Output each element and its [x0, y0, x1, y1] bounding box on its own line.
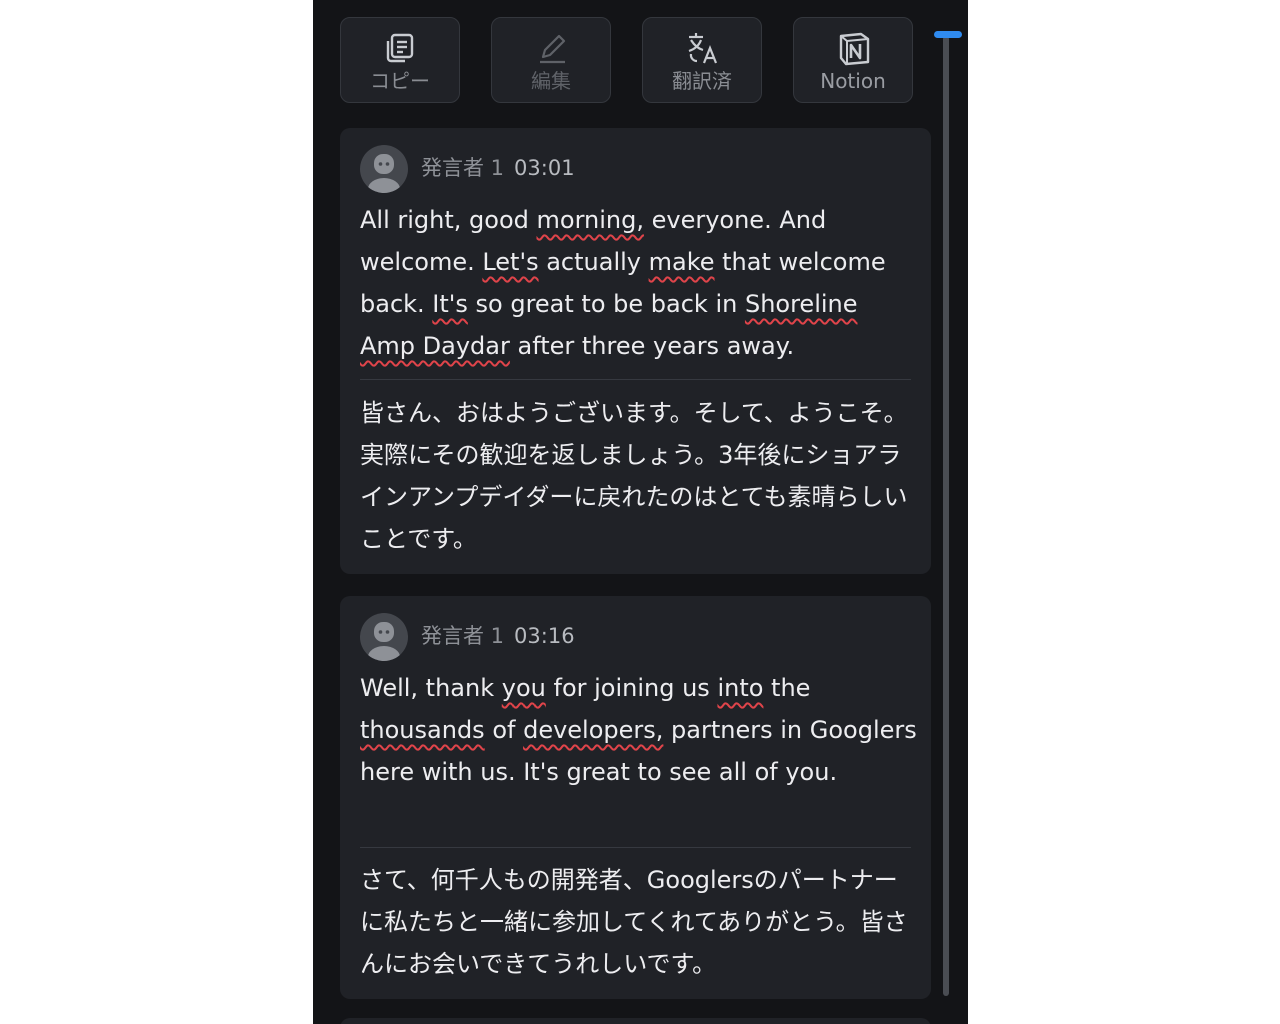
misspelled-word[interactable]: thousands: [360, 716, 485, 744]
notion-button-label: Notion: [820, 69, 886, 93]
transcript-entry: 発言者 1 03:16 Well, thank you for joining u…: [340, 596, 931, 999]
misspelled-word[interactable]: It's: [432, 290, 468, 318]
copy-icon: [386, 33, 414, 63]
original-text[interactable]: All right, good morning, everyone. And w…: [360, 199, 920, 367]
text-segment: the: [763, 674, 811, 702]
divider: [360, 847, 911, 848]
misspelled-word[interactable]: morning,: [537, 206, 644, 234]
misspelled-word[interactable]: make: [649, 248, 715, 276]
translated-text[interactable]: さて、何千人もの開発者、Googlersのパートナーに私たちと一緒に参加してくれ…: [360, 859, 920, 985]
misspelled-word[interactable]: you: [502, 674, 546, 702]
edit-button[interactable]: 編集: [491, 17, 611, 103]
scrollbar-track[interactable]: [943, 36, 949, 996]
notion-button[interactable]: Notion: [793, 17, 913, 103]
scrollbar-thumb[interactable]: [934, 31, 962, 38]
original-text[interactable]: Well, thank you for joining us into the …: [360, 667, 920, 793]
toolbar: コピー 編集 翻訳済 Notion: [340, 17, 915, 105]
translate-button[interactable]: 翻訳済: [642, 17, 762, 103]
text-segment: for joining us: [545, 674, 718, 702]
divider: [360, 379, 911, 380]
transcript-entry: [340, 1018, 931, 1024]
translate-button-label: 翻訳済: [672, 69, 732, 93]
misspelled-word[interactable]: into: [717, 674, 763, 702]
notion-icon: [839, 32, 870, 66]
user-icon: [368, 622, 400, 661]
text-segment: of: [484, 716, 524, 744]
transcript-panel: コピー 編集 翻訳済 Notion 発言者 1 03:01 All right,…: [313, 0, 968, 1024]
transcript-entry: 発言者 1 03:01 All right, good morning, ever…: [340, 128, 931, 574]
entry-meta: 発言者 1 03:16: [421, 622, 575, 650]
avatar: [360, 145, 408, 193]
pencil-icon: [540, 34, 566, 64]
copy-button-label: コピー: [370, 69, 430, 93]
user-icon: [368, 154, 400, 193]
avatar: [360, 613, 408, 661]
text-segment: actually: [538, 248, 649, 276]
translated-text[interactable]: 皆さん、おはようございます。そして、ようこそ。実際にその歓迎を返しましょう。3年…: [360, 392, 920, 560]
misspelled-word[interactable]: developers,: [523, 716, 663, 744]
copy-button[interactable]: コピー: [340, 17, 460, 103]
translate-icon: [688, 33, 718, 64]
speaker-name: 発言者 1: [421, 624, 505, 648]
misspelled-word[interactable]: Let's: [482, 248, 538, 276]
text-segment: All right, good: [360, 206, 537, 234]
entry-meta: 発言者 1 03:01: [421, 154, 575, 182]
text-segment: after three years away.: [509, 332, 795, 360]
text-segment: Well, thank: [360, 674, 502, 702]
timestamp: 03:01: [514, 156, 575, 180]
timestamp: 03:16: [514, 624, 575, 648]
text-segment: so great to be back in: [467, 290, 745, 318]
speaker-name: 発言者 1: [421, 156, 505, 180]
edit-button-label: 編集: [531, 69, 571, 93]
